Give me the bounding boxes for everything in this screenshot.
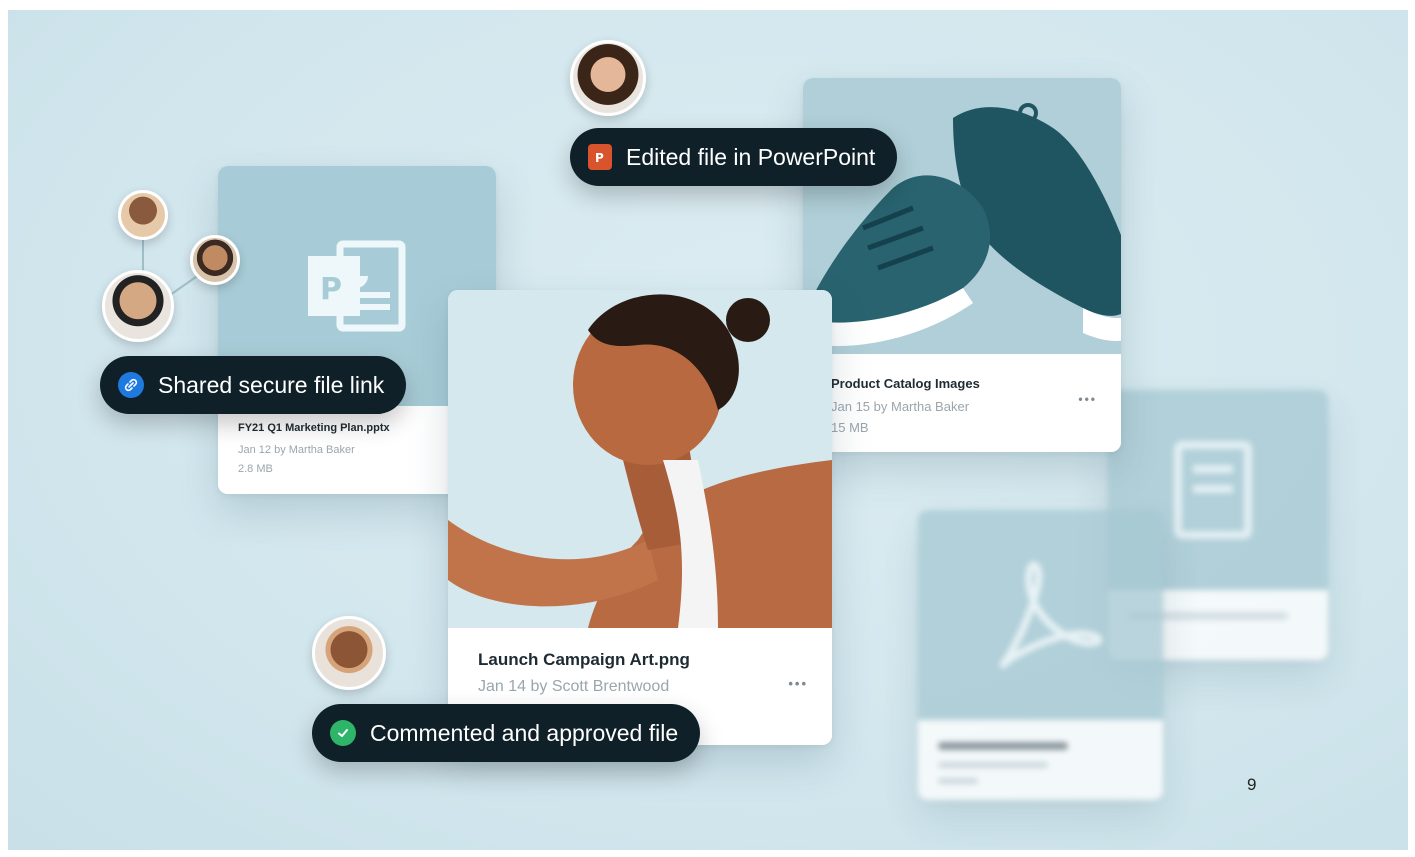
- file-name: Product Catalog Images: [831, 376, 980, 391]
- athlete-photo: [448, 290, 832, 628]
- file-size: 2.8 MB: [238, 463, 273, 475]
- powerpoint-file-icon: P: [308, 240, 406, 332]
- pdf-file-icon: [999, 561, 1103, 669]
- file-date: Jan 15 by Martha Baker: [831, 399, 970, 414]
- badge-label: Shared secure file link: [158, 371, 385, 398]
- editor-avatar: [570, 40, 646, 116]
- file-card-launch-campaign[interactable]: Launch Campaign Art.png Jan 14 by Scott …: [448, 290, 832, 745]
- collaborator-avatar: [102, 270, 174, 342]
- link-icon: [118, 372, 144, 398]
- svg-text:P: P: [595, 151, 604, 164]
- file-name: Launch Campaign Art.png: [478, 650, 690, 669]
- svg-text:P: P: [320, 272, 342, 307]
- more-options-icon[interactable]: •••: [788, 676, 808, 691]
- powerpoint-icon: P: [588, 144, 612, 170]
- checkmark-icon: [330, 720, 356, 746]
- file-name: FY21 Q1 Marketing Plan.pptx: [238, 422, 390, 434]
- badge-label: Edited file in PowerPoint: [626, 143, 876, 170]
- file-size: 15 MB: [831, 420, 869, 435]
- collaborator-avatar: [118, 190, 168, 240]
- more-options-icon[interactable]: •••: [1078, 392, 1097, 406]
- file-date: Jan 12 by Martha Baker: [238, 444, 355, 456]
- collaborator-avatar: [190, 235, 240, 285]
- badge-label: Commented and approved file: [370, 719, 679, 746]
- approver-avatar: [312, 616, 386, 690]
- document-file-icon: [1174, 441, 1252, 539]
- page-number: 9: [1247, 775, 1257, 794]
- file-date: Jan 14 by Scott Brentwood: [478, 678, 670, 695]
- hero-illustration: Product Catalog Images Jan 15 by Martha …: [8, 10, 1408, 850]
- edited-in-powerpoint-badge: P Edited file in PowerPoint: [570, 128, 898, 186]
- approved-badge: Commented and approved file: [312, 704, 701, 762]
- background-file-card-pdf: [918, 510, 1163, 800]
- sneakers-image: [803, 103, 1121, 347]
- shared-link-badge: Shared secure file link: [100, 356, 407, 414]
